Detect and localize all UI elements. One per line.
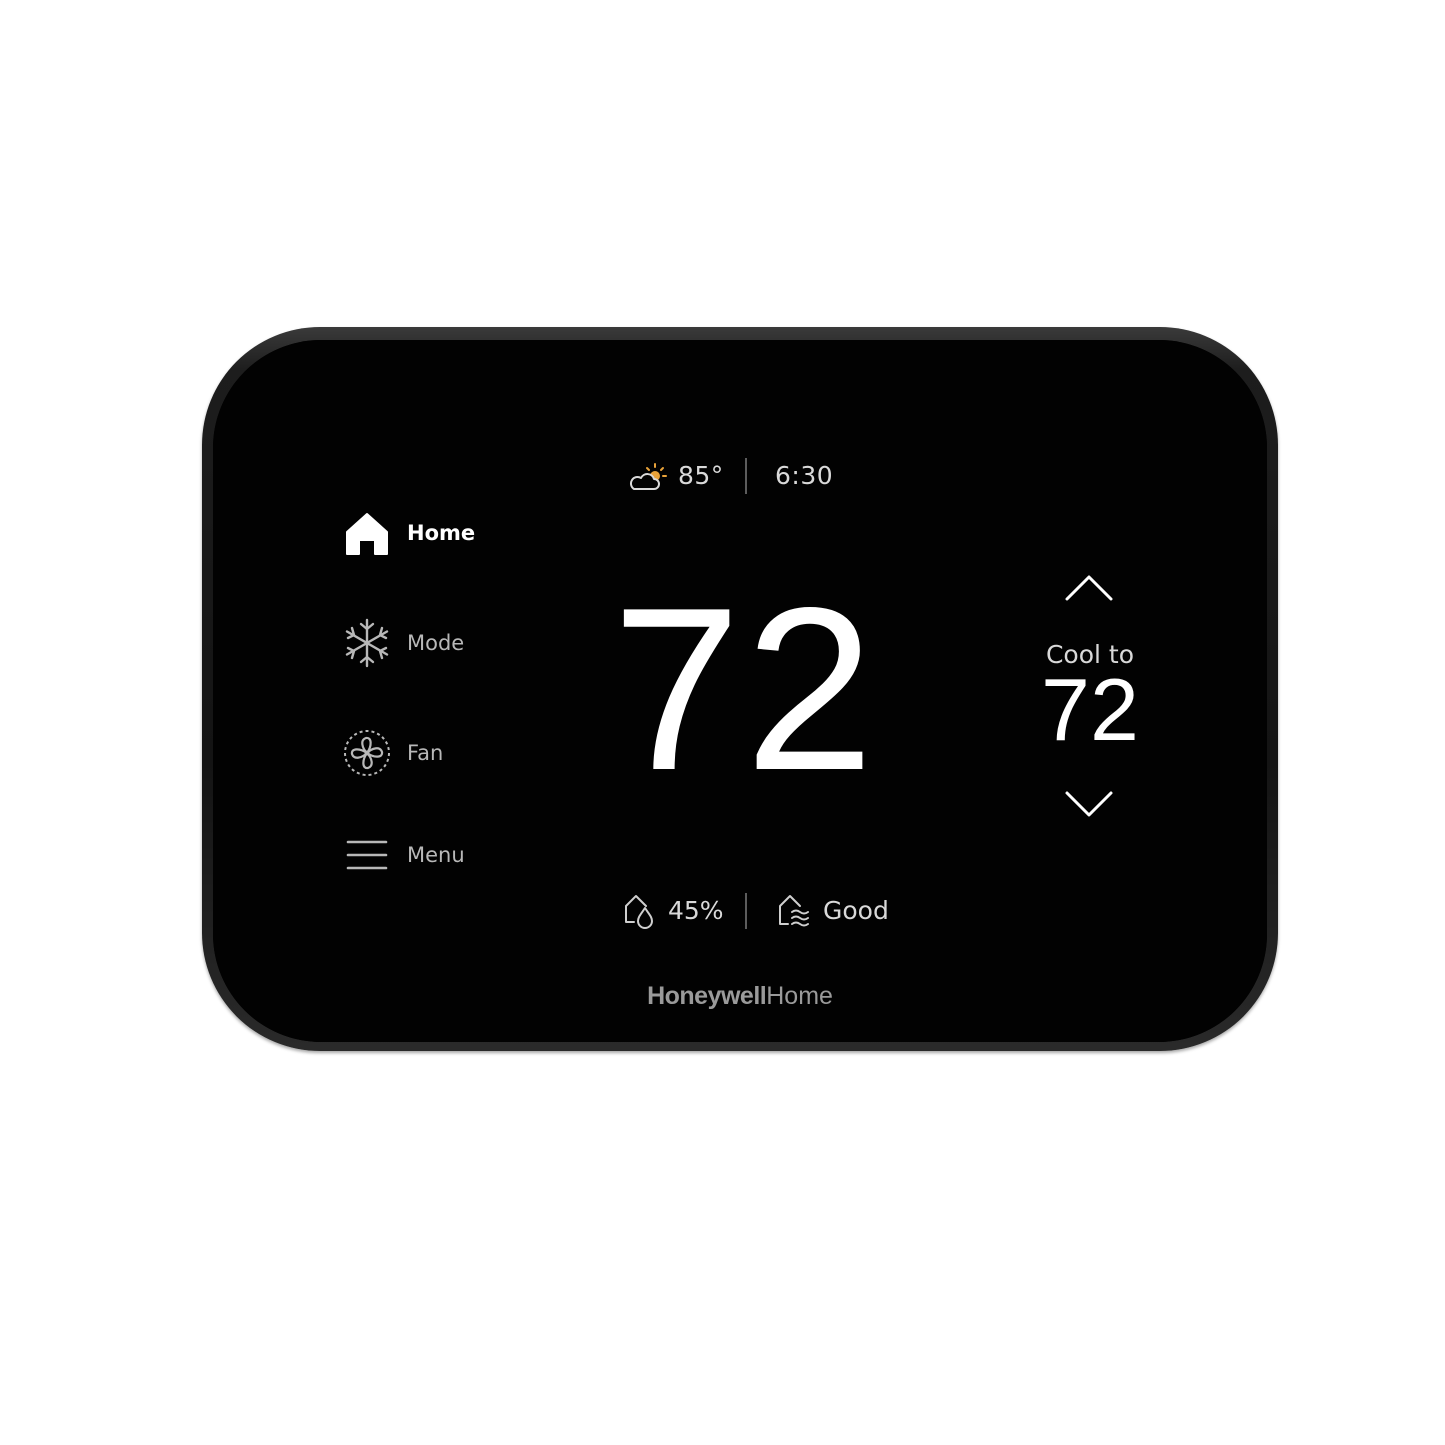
nav-label-menu: Menu <box>407 843 465 867</box>
temp-down-button[interactable] <box>1062 786 1116 820</box>
outdoor-temperature: 85° <box>678 461 724 490</box>
bottom-divider <box>745 893 747 929</box>
menu-icon <box>340 828 394 882</box>
setpoint-value: 72 <box>1041 660 1139 759</box>
brand-name-bold: Honeywell <box>647 982 767 1010</box>
nav-label-mode: Mode <box>407 631 465 655</box>
brand-name-regular: Home <box>766 982 833 1010</box>
clock-time: 6:30 <box>775 461 834 490</box>
fan-icon <box>340 726 394 780</box>
thermostat-device: 85° 6:30 Home Mode Fan Menu 72 Cool to 7… <box>0 0 1445 1445</box>
temp-up-button[interactable] <box>1062 572 1116 606</box>
brand-logo: HoneywellHome <box>560 982 920 1011</box>
partly-sunny-icon <box>629 463 667 490</box>
nav-label-fan: Fan <box>407 741 444 765</box>
nav-item-fan[interactable]: Fan <box>340 725 510 781</box>
air-quality-status: Good <box>823 896 889 925</box>
status-divider <box>745 458 747 494</box>
nav-item-home[interactable]: Home <box>340 505 510 561</box>
current-temperature: 72 <box>611 560 879 819</box>
humidity-icon <box>625 895 653 929</box>
indoor-humidity: 45% <box>668 896 724 925</box>
home-icon <box>340 506 394 560</box>
air-quality-icon <box>779 895 809 927</box>
nav-label-home: Home <box>407 521 476 545</box>
nav-item-menu[interactable]: Menu <box>340 827 510 883</box>
nav-item-mode[interactable]: Mode <box>340 615 510 671</box>
snowflake-icon <box>340 616 394 670</box>
